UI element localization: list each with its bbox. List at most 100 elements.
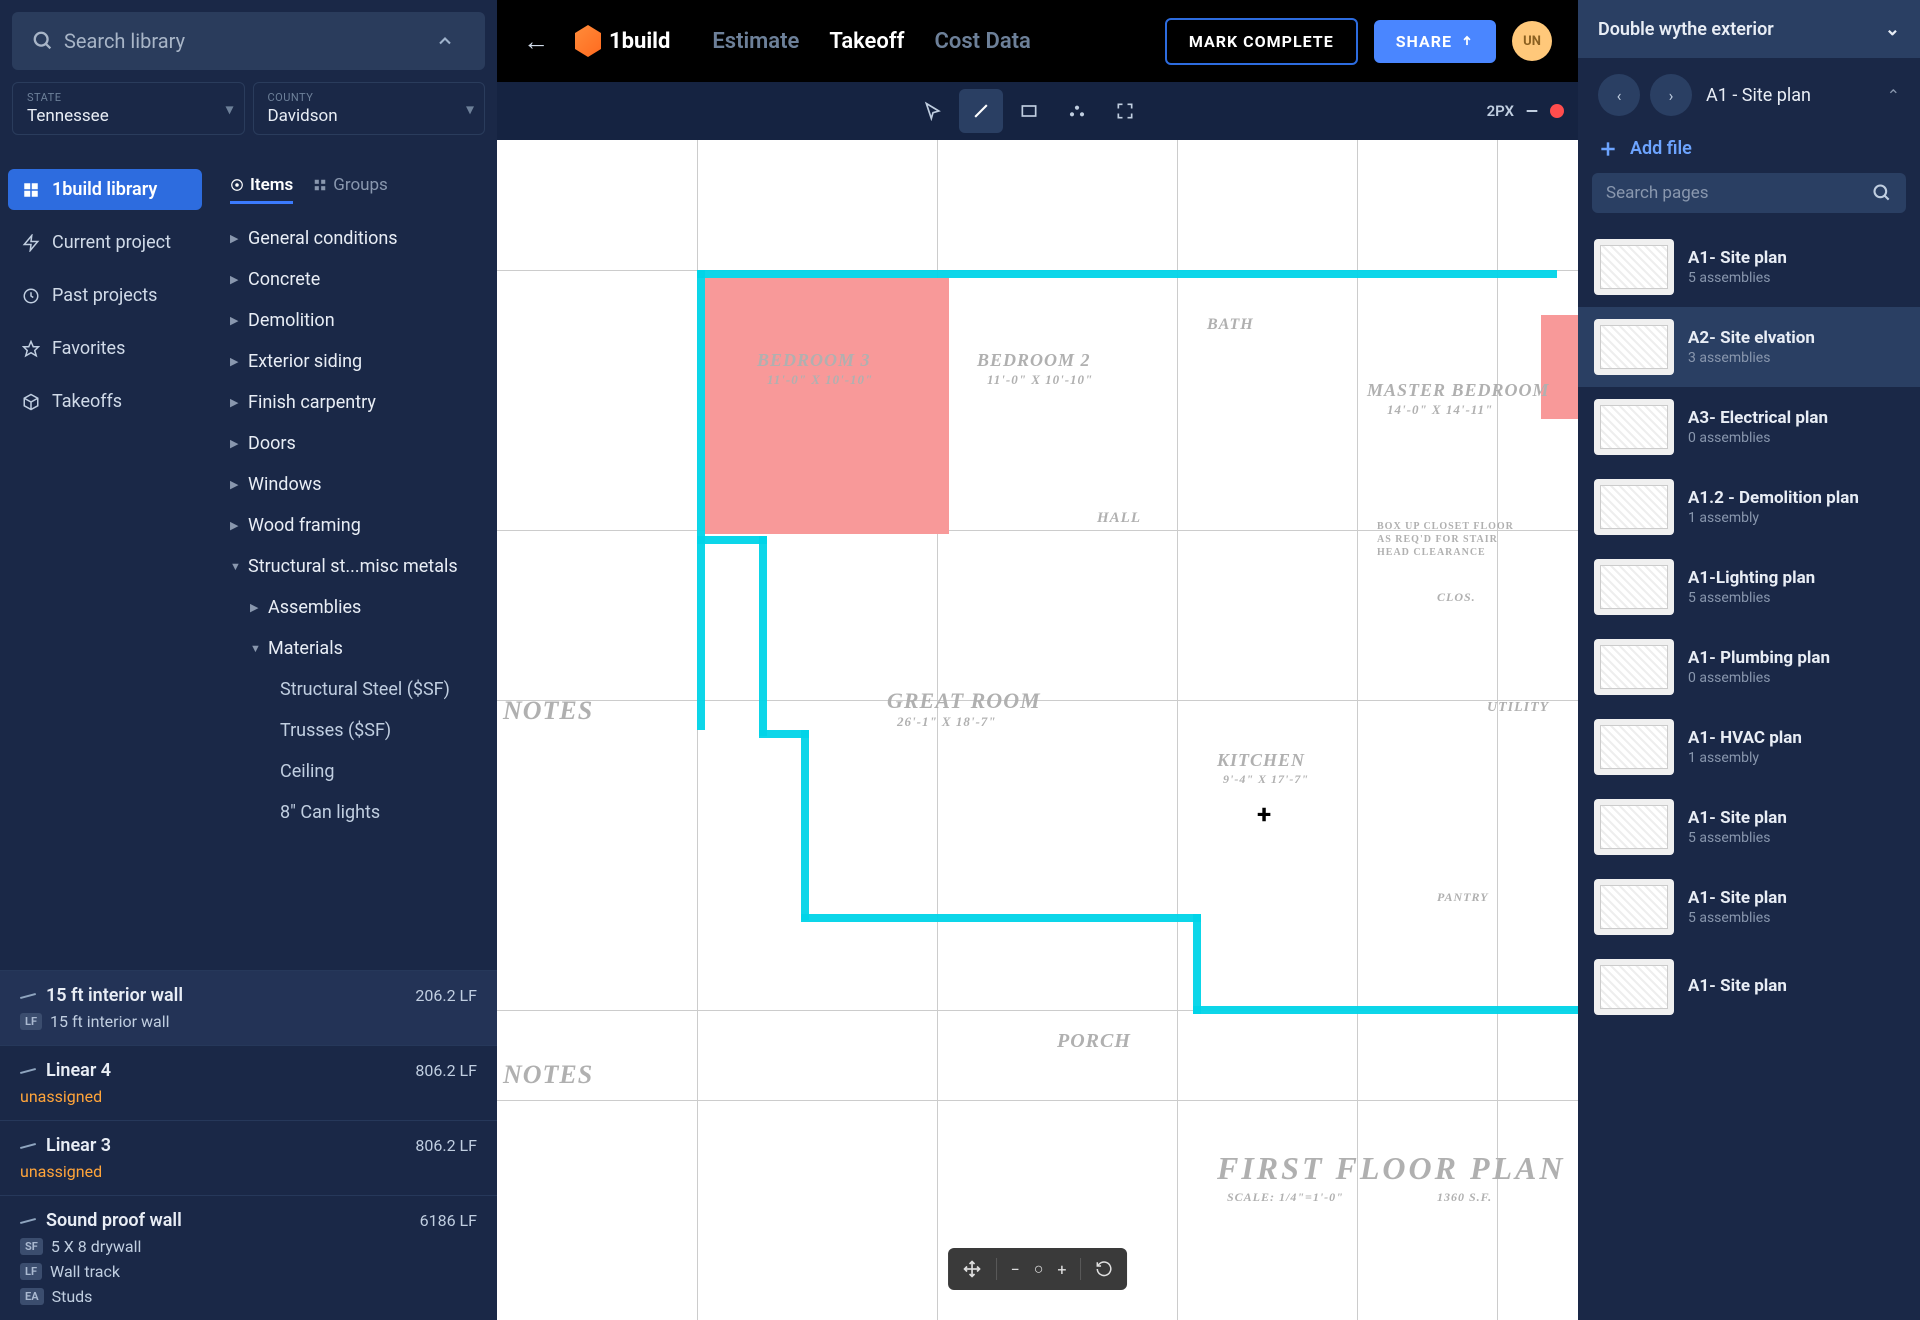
page-thumbnail [1594, 799, 1674, 855]
search-bar[interactable] [12, 12, 485, 70]
room-label: BATH [1207, 316, 1254, 334]
tree-canlights[interactable]: 8" Can lights [230, 792, 485, 833]
takeoff-item[interactable]: Linear 3806.2 LFunassigned [0, 1120, 497, 1195]
page-item-sub: 5 assemblies [1688, 910, 1904, 926]
tree-steel[interactable]: Structural Steel ($SF) [230, 669, 485, 710]
page-item-title: A1- Site plan [1688, 248, 1904, 268]
search-input[interactable] [64, 29, 435, 53]
zoom-fit-button[interactable]: ○ [1034, 1259, 1044, 1279]
page-item[interactable]: A1-Lighting plan5 assemblies [1578, 547, 1920, 627]
tree-trusses[interactable]: Trusses ($SF) [230, 710, 485, 751]
add-file-label: Add file [1630, 138, 1692, 159]
page-item[interactable]: A1.2 - Demolition plan1 assembly [1578, 467, 1920, 547]
tree-wood[interactable]: ▶Wood framing [230, 505, 485, 546]
tree-concrete[interactable]: ▶Concrete [230, 259, 485, 300]
chevron-up-icon[interactable]: ⌃ [1887, 86, 1900, 105]
tree-finish[interactable]: ▶Finish carpentry [230, 382, 485, 423]
takeoff-qty: 6186 LF [420, 1211, 477, 1230]
page-item[interactable]: A2- Site elvation3 assemblies [1578, 307, 1920, 387]
plan-title: FIRST FLOOR PLAN [1217, 1150, 1565, 1187]
refresh-icon [1095, 1260, 1113, 1278]
page-item-sub: 0 assemblies [1688, 430, 1904, 446]
page-item-title: A1.2 - Demolition plan [1688, 488, 1904, 508]
page-item-title: A1- Site plan [1688, 888, 1904, 908]
tree-demolition[interactable]: ▶Demolition [230, 300, 485, 341]
tab-takeoff[interactable]: Takeoff [829, 29, 904, 54]
tab-estimate[interactable]: Estimate [712, 29, 799, 54]
drawing-canvas[interactable]: BEDROOM 3 11'-0" X 10'-10" BEDROOM 2 11'… [497, 140, 1578, 1320]
nav-current[interactable]: Current project [8, 222, 202, 263]
page-item[interactable]: A3- Electrical plan0 assemblies [1578, 387, 1920, 467]
line-tool[interactable] [959, 89, 1003, 133]
fullscreen-tool[interactable] [1103, 89, 1147, 133]
back-arrow-icon[interactable]: ← [523, 26, 549, 57]
points-tool[interactable] [1055, 89, 1099, 133]
next-page-button[interactable]: › [1650, 74, 1692, 116]
reset-button[interactable] [1095, 1260, 1113, 1278]
search-icon [32, 30, 54, 52]
takeoff-item[interactable]: 15 ft interior wall206.2 LFLF15 ft inter… [0, 970, 497, 1045]
cursor-icon [923, 101, 943, 121]
prev-page-button[interactable]: ‹ [1598, 74, 1640, 116]
page-title: A1 - Site plan [1706, 85, 1887, 106]
cursor-tool[interactable] [911, 89, 955, 133]
avatar[interactable]: UN [1512, 21, 1552, 61]
tree-assemblies[interactable]: ▶Assemblies [230, 587, 485, 628]
minus-icon[interactable] [1524, 103, 1540, 119]
tab-items[interactable]: Items [230, 169, 293, 204]
takeoff-item[interactable]: Sound proof wall6186 LFSF5 X 8 drywallLF… [0, 1195, 497, 1320]
tree-materials[interactable]: ▼Materials [230, 628, 485, 669]
view-controls: − ○ + [948, 1248, 1128, 1290]
county-value: Davidson [268, 106, 471, 126]
takeoff-sub: unassigned [20, 1087, 477, 1106]
mark-complete-button[interactable]: MARK COMPLETE [1165, 18, 1358, 65]
takeoff-item[interactable]: Linear 4806.2 LFunassigned [0, 1045, 497, 1120]
tree-windows[interactable]: ▶Windows [230, 464, 485, 505]
tab-groups[interactable]: Groups [313, 169, 388, 204]
nav-label: Current project [52, 232, 171, 253]
takeoff-sub: SF5 X 8 drywall [20, 1237, 477, 1256]
color-swatch[interactable] [1550, 104, 1564, 118]
add-file-button[interactable]: Add file [1578, 132, 1920, 173]
page-search-input[interactable] [1606, 183, 1872, 203]
tree-ceiling[interactable]: Ceiling [230, 751, 485, 792]
takeoff-sub: unassigned [20, 1162, 477, 1181]
tree-structural[interactable]: ▼Structural st...misc metals [230, 546, 485, 587]
page-item[interactable]: A1- HVAC plan1 assembly [1578, 707, 1920, 787]
room-label: BEDROOM 3 [757, 350, 871, 371]
nav-library[interactable]: 1build library [8, 169, 202, 210]
takeoff-qty: 806.2 LF [415, 1061, 477, 1080]
room-label: PANTRY [1437, 890, 1489, 905]
tab-cost[interactable]: Cost Data [935, 29, 1031, 54]
nav-favorites[interactable]: Favorites [8, 328, 202, 369]
plan-area: 1360 S.F. [1437, 1190, 1492, 1205]
page-item[interactable]: A1- Site plan [1578, 947, 1920, 1027]
page-search[interactable] [1592, 173, 1906, 213]
zoom-in-button[interactable]: + [1057, 1260, 1066, 1279]
zoom-out-button[interactable]: − [1011, 1260, 1020, 1279]
crosshair-cursor: + [1257, 800, 1271, 830]
move-icon [962, 1259, 982, 1279]
room-dim: 9'-4" X 17'-7" [1223, 772, 1309, 787]
county-select[interactable]: COUNTY Davidson ▾ [253, 82, 486, 135]
share-button[interactable]: SHARE [1374, 20, 1496, 63]
brand-icon [575, 25, 601, 57]
rectangle-tool[interactable] [1007, 89, 1051, 133]
chevron-up-icon[interactable] [435, 31, 455, 51]
notes-label: NOTES [503, 696, 593, 726]
tree-general[interactable]: ▶General conditions [230, 218, 485, 259]
room-label: KITCHEN [1217, 750, 1305, 771]
state-select[interactable]: STATE Tennessee ▾ [12, 82, 245, 135]
pan-button[interactable] [962, 1259, 982, 1279]
nav-past[interactable]: Past projects [8, 275, 202, 316]
page-item[interactable]: A1- Site plan5 assemblies [1578, 787, 1920, 867]
tree-exterior[interactable]: ▶Exterior siding [230, 341, 485, 382]
page-item[interactable]: A1- Site plan5 assemblies [1578, 227, 1920, 307]
page-item[interactable]: A1- Plumbing plan0 assemblies [1578, 627, 1920, 707]
grid-icon [313, 178, 327, 192]
nav-takeoffs[interactable]: Takeoffs [8, 381, 202, 422]
assembly-select[interactable]: Double wythe exterior ⌄ [1578, 0, 1920, 58]
line-icon [20, 1142, 36, 1148]
page-item[interactable]: A1- Site plan 5 assemblies [1578, 867, 1920, 947]
tree-doors[interactable]: ▶Doors [230, 423, 485, 464]
